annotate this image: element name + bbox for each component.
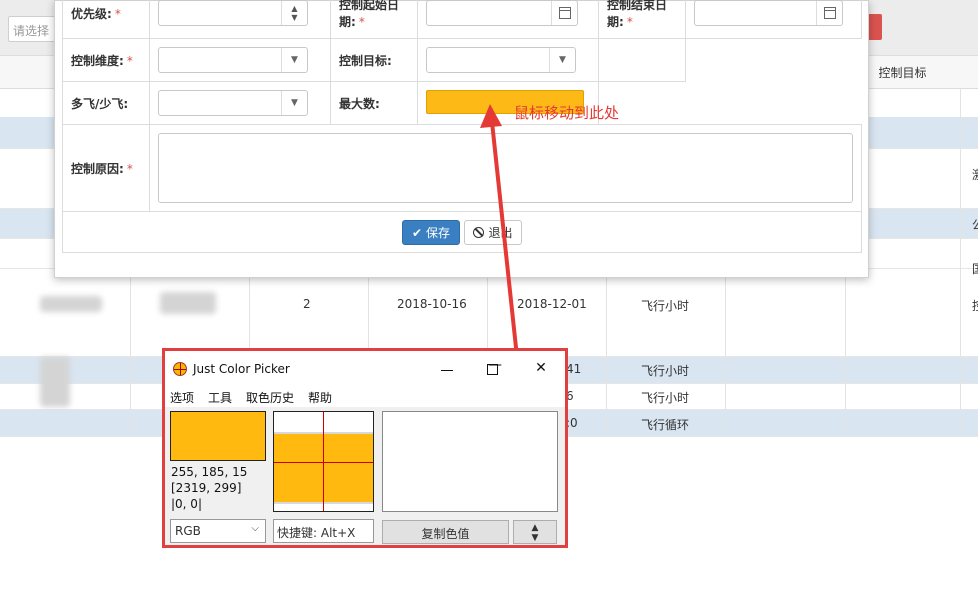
- chevron-down-icon: ⌵: [251, 523, 259, 534]
- cursor-offset: |0, 0|: [171, 497, 202, 511]
- current-color-swatch: [170, 411, 266, 461]
- close-icon[interactable]: ✕: [531, 360, 551, 376]
- picker-titlebar[interactable]: Just Color Picker — ✕: [165, 351, 565, 387]
- copy-color-button[interactable]: 复制色值: [382, 520, 509, 544]
- maximize-icon[interactable]: [487, 364, 498, 375]
- picker-menubar: 选项 工具 取色历史 帮助: [165, 387, 565, 407]
- color-picker-window: Just Color Picker — ✕ 选项 工具 取色历史 帮助 255,…: [162, 348, 568, 548]
- minimize-line-icon[interactable]: [441, 370, 453, 371]
- menu-tools[interactable]: 工具: [208, 389, 232, 406]
- menu-help[interactable]: 帮助: [308, 389, 332, 406]
- color-mode-select[interactable]: RGB ⌵: [170, 519, 266, 543]
- menu-options[interactable]: 选项: [170, 389, 194, 406]
- cursor-position: [2319, 299]: [171, 481, 242, 495]
- color-history-panel[interactable]: [382, 411, 558, 512]
- color-picker-logo-icon: [173, 362, 187, 376]
- up-down-icon: ▲ ▼: [531, 523, 539, 543]
- menu-history[interactable]: 取色历史: [246, 389, 294, 406]
- expand-collapse-button[interactable]: ▲ ▼: [513, 520, 557, 544]
- picker-title: Just Color Picker: [193, 362, 290, 376]
- hotkey-field[interactable]: 快捷键: Alt+X: [273, 519, 374, 543]
- rgb-value: 255, 185, 15: [171, 465, 248, 479]
- magnifier-view: [273, 411, 374, 512]
